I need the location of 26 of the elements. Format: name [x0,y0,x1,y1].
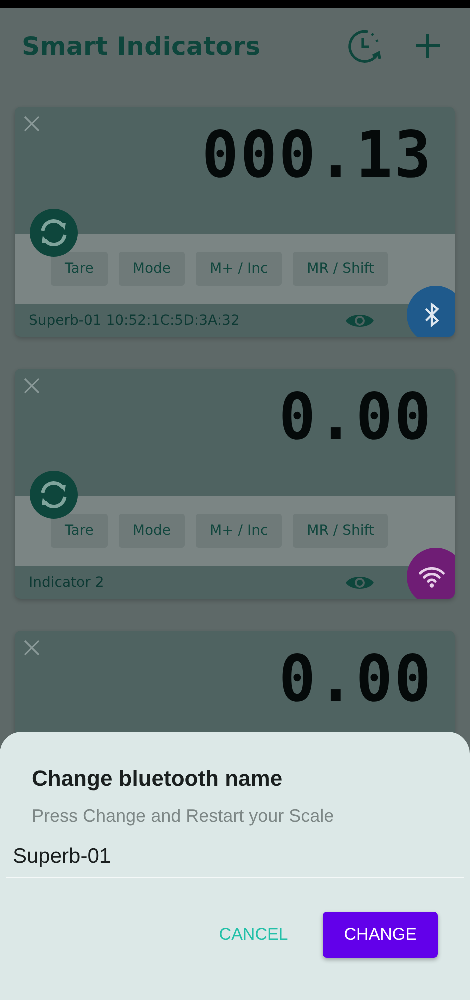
indicator-button[interactable]: MR / Shift [293,252,388,286]
connection-badge[interactable] [407,286,455,337]
connection-badge[interactable] [407,548,455,599]
sync-icon[interactable] [30,471,78,519]
indicator-button[interactable]: Mode [118,252,186,286]
app-title: Smart Indicators [22,32,262,60]
indicator-button[interactable]: Tare [51,514,108,548]
close-icon[interactable] [22,376,42,396]
indicator-button[interactable]: Mode [118,514,186,548]
close-icon[interactable] [22,638,42,658]
weight-reading: 0.00 [278,381,433,455]
weight-reading: 000.13 [202,119,433,193]
dialog-message: Press Change and Restart your Scale [32,806,336,827]
weight-reading: 0.00 [278,643,433,717]
indicator-button[interactable]: M+ / Inc [196,514,282,548]
indicator-name: Indicator 2 [29,574,106,590]
name-input-field[interactable]: Superb-01 [6,841,464,878]
dialog-title: Change bluetooth name [32,766,284,792]
indicator-button[interactable]: M+ / Inc [196,252,282,286]
indicator-button[interactable]: MR / Shift [293,514,388,548]
change-button[interactable]: CHANGE [323,912,438,958]
sync-icon[interactable] [30,209,78,257]
close-icon[interactable] [22,114,42,134]
indicator-name: Superb-01 10:52:1C:5D:3A:32 [29,312,241,328]
cancel-button[interactable]: CANCEL [198,912,310,958]
indicator-button[interactable]: Tare [51,252,108,286]
